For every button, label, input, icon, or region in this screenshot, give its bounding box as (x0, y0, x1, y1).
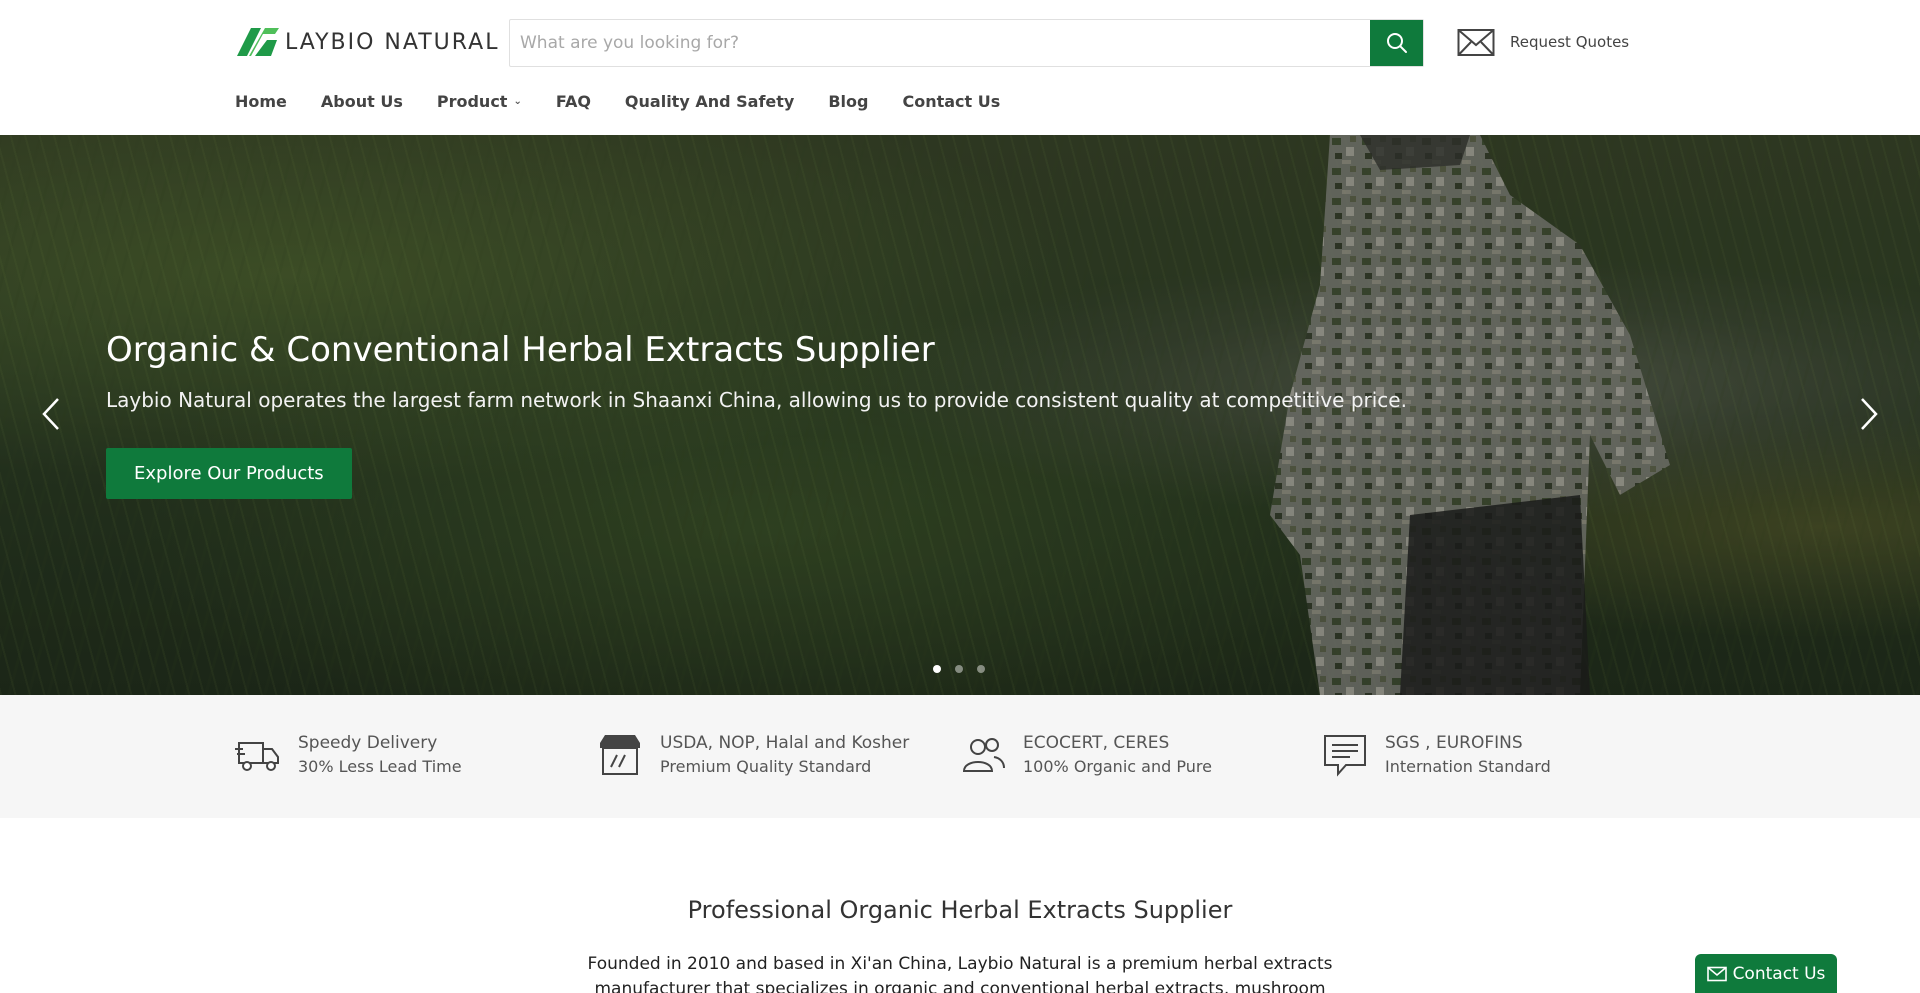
contact-us-float-label: Contact Us (1732, 964, 1826, 984)
hero-title: Organic & Conventional Herbal Extracts S… (106, 330, 935, 370)
store-icon (600, 735, 640, 775)
nav-faq-label: FAQ (555, 92, 591, 111)
logo[interactable]: LAYBIO NATURAL (235, 26, 499, 58)
features-bar: Speedy Delivery 30% Less Lead Time USDA,… (0, 695, 1920, 818)
feature-subtitle: Internation Standard (1385, 757, 1551, 776)
leaf-logo-icon (237, 28, 279, 56)
nav-quality-and-safety[interactable]: Quality And Safety (625, 92, 794, 111)
about-section: Professional Organic Herbal Extracts Sup… (0, 818, 1920, 993)
chevron-left-icon[interactable] (38, 397, 66, 431)
nav-quality-label: Quality And Safety (624, 92, 795, 111)
contact-us-float-button[interactable]: Contact Us (1695, 954, 1837, 993)
slider-dot[interactable] (933, 665, 941, 673)
request-quotes-link[interactable]: Request Quotes (1457, 26, 1629, 58)
search-input[interactable] (510, 20, 1370, 66)
feature-subtitle: Premium Quality Standard (660, 757, 872, 776)
nav-home[interactable]: Home (235, 92, 287, 111)
feature-item: Speedy Delivery 30% Less Lead Time (235, 733, 462, 777)
slider-dot[interactable] (955, 665, 963, 673)
nav-product-label: Product (436, 92, 508, 111)
feature-item: SGS , EUROFINS Internation Standard (1322, 733, 1551, 777)
nav-contact-us-label: Contact Us (902, 92, 1001, 111)
nav-home-label: Home (235, 92, 287, 111)
hero-content: Organic & Conventional Herbal Extracts S… (106, 330, 1407, 499)
feature-subtitle: 30% Less Lead Time (298, 757, 462, 776)
search-icon (1386, 33, 1407, 53)
nav-faq[interactable]: FAQ (556, 92, 591, 111)
search-button[interactable] (1370, 20, 1423, 66)
feature-title: ECOCERT, CERES (1023, 733, 1170, 753)
chat-icon (1324, 735, 1366, 777)
nav-blog-label: Blog (828, 92, 869, 111)
feature-title: Speedy Delivery (298, 733, 438, 753)
nav-blog[interactable]: Blog (828, 92, 868, 111)
hero-slider: Organic & Conventional Herbal Extracts S… (0, 135, 1920, 695)
feature-item: ECOCERT, CERES 100% Organic and Pure (960, 733, 1212, 777)
search-bar (509, 19, 1424, 67)
feature-title: USDA, NOP, Halal and Kosher (660, 733, 910, 753)
users-icon (962, 738, 1005, 772)
explore-products-button[interactable]: Explore Our Products (106, 448, 352, 499)
nav-product[interactable]: Product ⌄ (437, 92, 522, 111)
hero-subtitle: Laybio Natural operates the largest farm… (106, 388, 1407, 412)
slider-pagination (933, 665, 999, 673)
site-header: LAYBIO NATURAL Request Quotes Home About… (0, 0, 1920, 135)
feature-item: USDA, NOP, Halal and Kosher Premium Qual… (597, 733, 909, 777)
main-nav: Home About Us Product ⌄ FAQ Quality And S… (235, 92, 1034, 111)
request-quotes-label: Request Quotes (1510, 33, 1630, 51)
nav-about-us[interactable]: About Us (321, 92, 403, 111)
logo-text: LAYBIO NATURAL (285, 29, 500, 55)
about-paragraph: Founded in 2010 and based in Xi'an China… (587, 954, 1333, 993)
envelope-icon (1706, 966, 1727, 982)
feature-subtitle: 100% Organic and Pure (1023, 757, 1212, 776)
envelope-icon (1457, 29, 1495, 56)
nav-contact-us[interactable]: Contact Us (902, 92, 1000, 111)
chevron-down-icon: ⌄ (513, 96, 522, 107)
slider-dot[interactable] (977, 665, 985, 673)
section-title: Professional Organic Herbal Extracts Sup… (687, 896, 1233, 924)
feature-title: SGS , EUROFINS (1385, 733, 1523, 753)
nav-about-us-label: About Us (320, 92, 403, 111)
delivery-truck-icon (235, 742, 279, 771)
chevron-right-icon[interactable] (1854, 397, 1882, 431)
